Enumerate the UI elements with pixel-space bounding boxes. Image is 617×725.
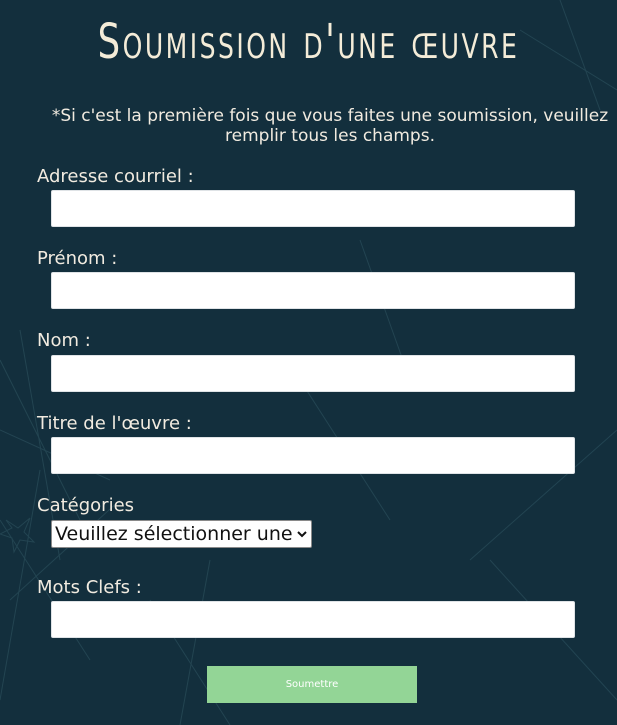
page-title: Soumission d'une œuvre <box>97 14 520 70</box>
keywords-label: Mots Clefs : <box>37 577 142 598</box>
categories-selected-value: Veuillez sélectionner une catégorie <box>55 523 293 545</box>
categories-label: Catégories <box>37 495 135 516</box>
work-title-field[interactable] <box>51 437 575 474</box>
email-field[interactable] <box>51 190 575 227</box>
firstname-label: Prénom : <box>37 248 118 269</box>
keywords-field[interactable] <box>51 601 575 638</box>
submit-button[interactable]: Soumettre <box>207 666 417 703</box>
categories-select[interactable]: Veuillez sélectionner une catégorie <box>51 520 312 548</box>
submission-page: Soumission d'une œuvre *Si c'est la prem… <box>0 0 617 725</box>
work-title-label: Titre de l'œuvre : <box>37 413 192 434</box>
chevron-down-icon <box>293 521 311 547</box>
instruction-note: *Si c'est la première fois que vous fait… <box>51 106 609 146</box>
lastname-label: Nom : <box>37 330 91 351</box>
lastname-field[interactable] <box>51 355 575 392</box>
email-label: Adresse courriel : <box>37 166 194 187</box>
firstname-field[interactable] <box>51 272 575 309</box>
